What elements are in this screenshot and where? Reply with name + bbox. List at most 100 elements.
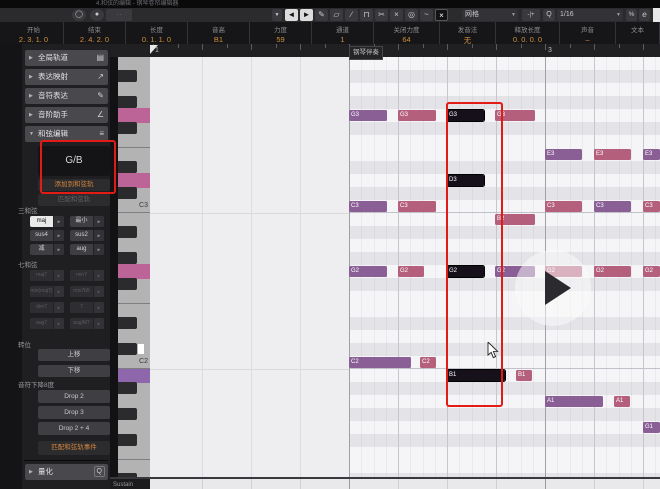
timeline-ruler[interactable]: 13 [150, 44, 660, 58]
info-field-5[interactable]: 力度 59 [250, 22, 312, 44]
black-key[interactable] [118, 408, 137, 420]
midi-note-G2[interactable]: G2 [643, 266, 660, 277]
sidebar-section-expression-map[interactable]: ▶ 表达映射 ↗ [25, 69, 108, 85]
sidebar-section-global-tracks[interactable]: ▶ 全局轨道 ▤ [25, 50, 108, 66]
quantize-icon[interactable]: Q [543, 9, 555, 21]
black-key[interactable] [118, 434, 137, 446]
object-selection-tool[interactable]: ► [300, 9, 313, 21]
highlighted-key-G3[interactable] [118, 108, 150, 123]
black-key[interactable] [118, 226, 137, 238]
controller-lane-header[interactable]: Sustain [110, 477, 150, 489]
black-key[interactable] [118, 382, 137, 394]
sidebar-section-scale-assistant[interactable]: ▶ 音阶助手 ∠ [25, 107, 108, 123]
length-quantize-icon[interactable]: e [639, 9, 650, 21]
split-tool[interactable]: ✂ [375, 9, 388, 21]
midi-note-G3[interactable]: G3 [398, 110, 436, 121]
erase-tool[interactable]: ▱ [330, 9, 343, 21]
acoustic-feedback-tool[interactable]: ◄ [285, 9, 298, 21]
midi-note-B1[interactable]: B1 [516, 370, 532, 381]
move-down-button[interactable]: 下移 [38, 365, 110, 377]
midi-note-A1[interactable]: A1 [614, 396, 630, 407]
info-field-4[interactable]: 音高 B1 [188, 22, 250, 44]
highlighted-key-B1[interactable] [118, 368, 150, 383]
seventh-button-minmaj7[interactable]: min(maj7) ► [30, 286, 64, 297]
info-field-2[interactable]: 结束 2. 4. 2. 0 [64, 22, 126, 44]
sidebar-section-quantize[interactable]: ▶ 量化 Q [25, 464, 108, 480]
move-up-button[interactable]: 上移 [38, 349, 110, 361]
swing-quantize-icon[interactable]: % [626, 9, 637, 21]
black-key[interactable] [118, 343, 137, 355]
midi-note-G2[interactable]: G2 [349, 266, 387, 277]
video-play-button[interactable] [515, 250, 591, 326]
zoom-tool[interactable]: ◎ [405, 9, 418, 21]
info-field-9[interactable]: 释放长度 0. 0. 0. 0 [496, 22, 560, 44]
seventh-button-dim7[interactable]: dim7 ► [30, 302, 64, 313]
midi-note-A1[interactable]: A1 [545, 396, 603, 407]
record-dot-icon[interactable]: ● [90, 9, 104, 21]
match-chord-track-button[interactable]: 匹配和弦轨 [38, 194, 110, 206]
seventh-button-7[interactable]: 7 ► [70, 302, 104, 313]
line-tool[interactable]: ~ [420, 9, 433, 21]
black-key[interactable] [118, 70, 137, 82]
seventh-button-aug7[interactable]: aug7 ► [30, 318, 64, 329]
midi-note-C2[interactable]: C2 [420, 357, 436, 368]
drop-button-3[interactable]: Drop 2 + 4 [38, 422, 110, 435]
drop-button-1[interactable]: Drop 2 [38, 390, 110, 403]
info-field-11[interactable]: 文本 [616, 22, 660, 44]
mute-tool[interactable]: × [390, 9, 403, 21]
info-field-1[interactable]: 开始 2. 3. 1. 0 [4, 22, 64, 44]
loop-icon[interactable]: ◯ [72, 9, 86, 21]
triad-button-sus2[interactable]: sus2 ► [70, 230, 104, 241]
black-key[interactable] [118, 96, 137, 108]
black-key[interactable] [118, 161, 137, 173]
triad-button-[interactable]: 最小 ► [70, 216, 104, 227]
midi-note-G3[interactable]: G3 [349, 110, 387, 121]
midi-note-C2[interactable]: C2 [349, 357, 411, 368]
midi-note-C3[interactable]: C3 [349, 201, 387, 212]
black-key[interactable] [118, 317, 137, 329]
triad-button-maj[interactable]: maj ► [30, 216, 64, 227]
black-key[interactable] [118, 278, 137, 290]
disabled-pill-button[interactable]: ·· [106, 9, 132, 21]
info-field-8[interactable]: 发音法无 [440, 22, 496, 45]
midi-note-C3[interactable]: C3 [545, 201, 582, 212]
midi-note-G1[interactable]: G1 [643, 422, 660, 433]
black-key[interactable] [118, 187, 137, 199]
black-key[interactable] [118, 122, 137, 134]
grid-type-dropdown[interactable]: 网格 ▼ [462, 9, 518, 21]
sidebar-section-note-expression[interactable]: ▶ 音符表达 ✎ [25, 88, 108, 104]
trim-tool[interactable]: ∕ [345, 9, 358, 21]
triad-button-sus4[interactable]: sus4 ► [30, 230, 64, 241]
drop-button-2[interactable]: Drop 3 [38, 406, 110, 419]
piano-keyboard[interactable]: C3 C2 [118, 57, 151, 477]
midi-note-G2[interactable]: G2 [398, 266, 424, 277]
seventh-button-maj7[interactable]: maj7 ► [30, 270, 64, 281]
grid-adjust-button[interactable]: -|+ [522, 9, 540, 21]
info-field-7[interactable]: 关闭力度 64 [374, 22, 440, 44]
black-key[interactable] [118, 252, 137, 264]
crossed-sticks-toggle[interactable]: × [435, 9, 448, 21]
quantize-preset-dropdown[interactable]: 1/16 ▼ [557, 9, 623, 21]
info-field-6[interactable]: 通道 1 [312, 22, 374, 44]
tool-dropdown-arrow[interactable]: ▼ [272, 9, 282, 21]
midi-note-E3[interactable]: E3 [545, 149, 582, 160]
triad-button-aug[interactable]: aug ► [70, 244, 104, 255]
midi-note-C3[interactable]: C3 [643, 201, 660, 212]
midi-note-C3[interactable]: C3 [594, 201, 631, 212]
match-chord-events-button[interactable]: 匹配和弦轨事件 [38, 441, 110, 455]
triad-button-[interactable]: 减 ► [30, 244, 64, 255]
controller-lane[interactable] [150, 477, 660, 489]
midi-note-E3[interactable]: E3 [594, 149, 631, 160]
seventh-button-min7[interactable]: min7 ► [70, 270, 104, 281]
midi-note-E3[interactable]: E3 [643, 149, 660, 160]
playhead-marker[interactable] [150, 45, 158, 54]
info-field-10[interactable]: 声音 – [560, 22, 616, 44]
seventh-button-min7b5[interactable]: min7b5 ► [70, 286, 104, 297]
glue-tool[interactable]: ⊓ [360, 9, 373, 21]
midi-note-C3[interactable]: C3 [398, 201, 436, 212]
highlighted-key-G2[interactable] [118, 264, 150, 279]
draw-tool[interactable]: ✎ [315, 9, 328, 21]
seventh-button-augM7[interactable]: aug/M7 ► [70, 318, 104, 329]
midi-note-G2[interactable]: G2 [594, 266, 631, 277]
info-field-3[interactable]: 长度 0. 1. 1. 0 [126, 22, 188, 44]
